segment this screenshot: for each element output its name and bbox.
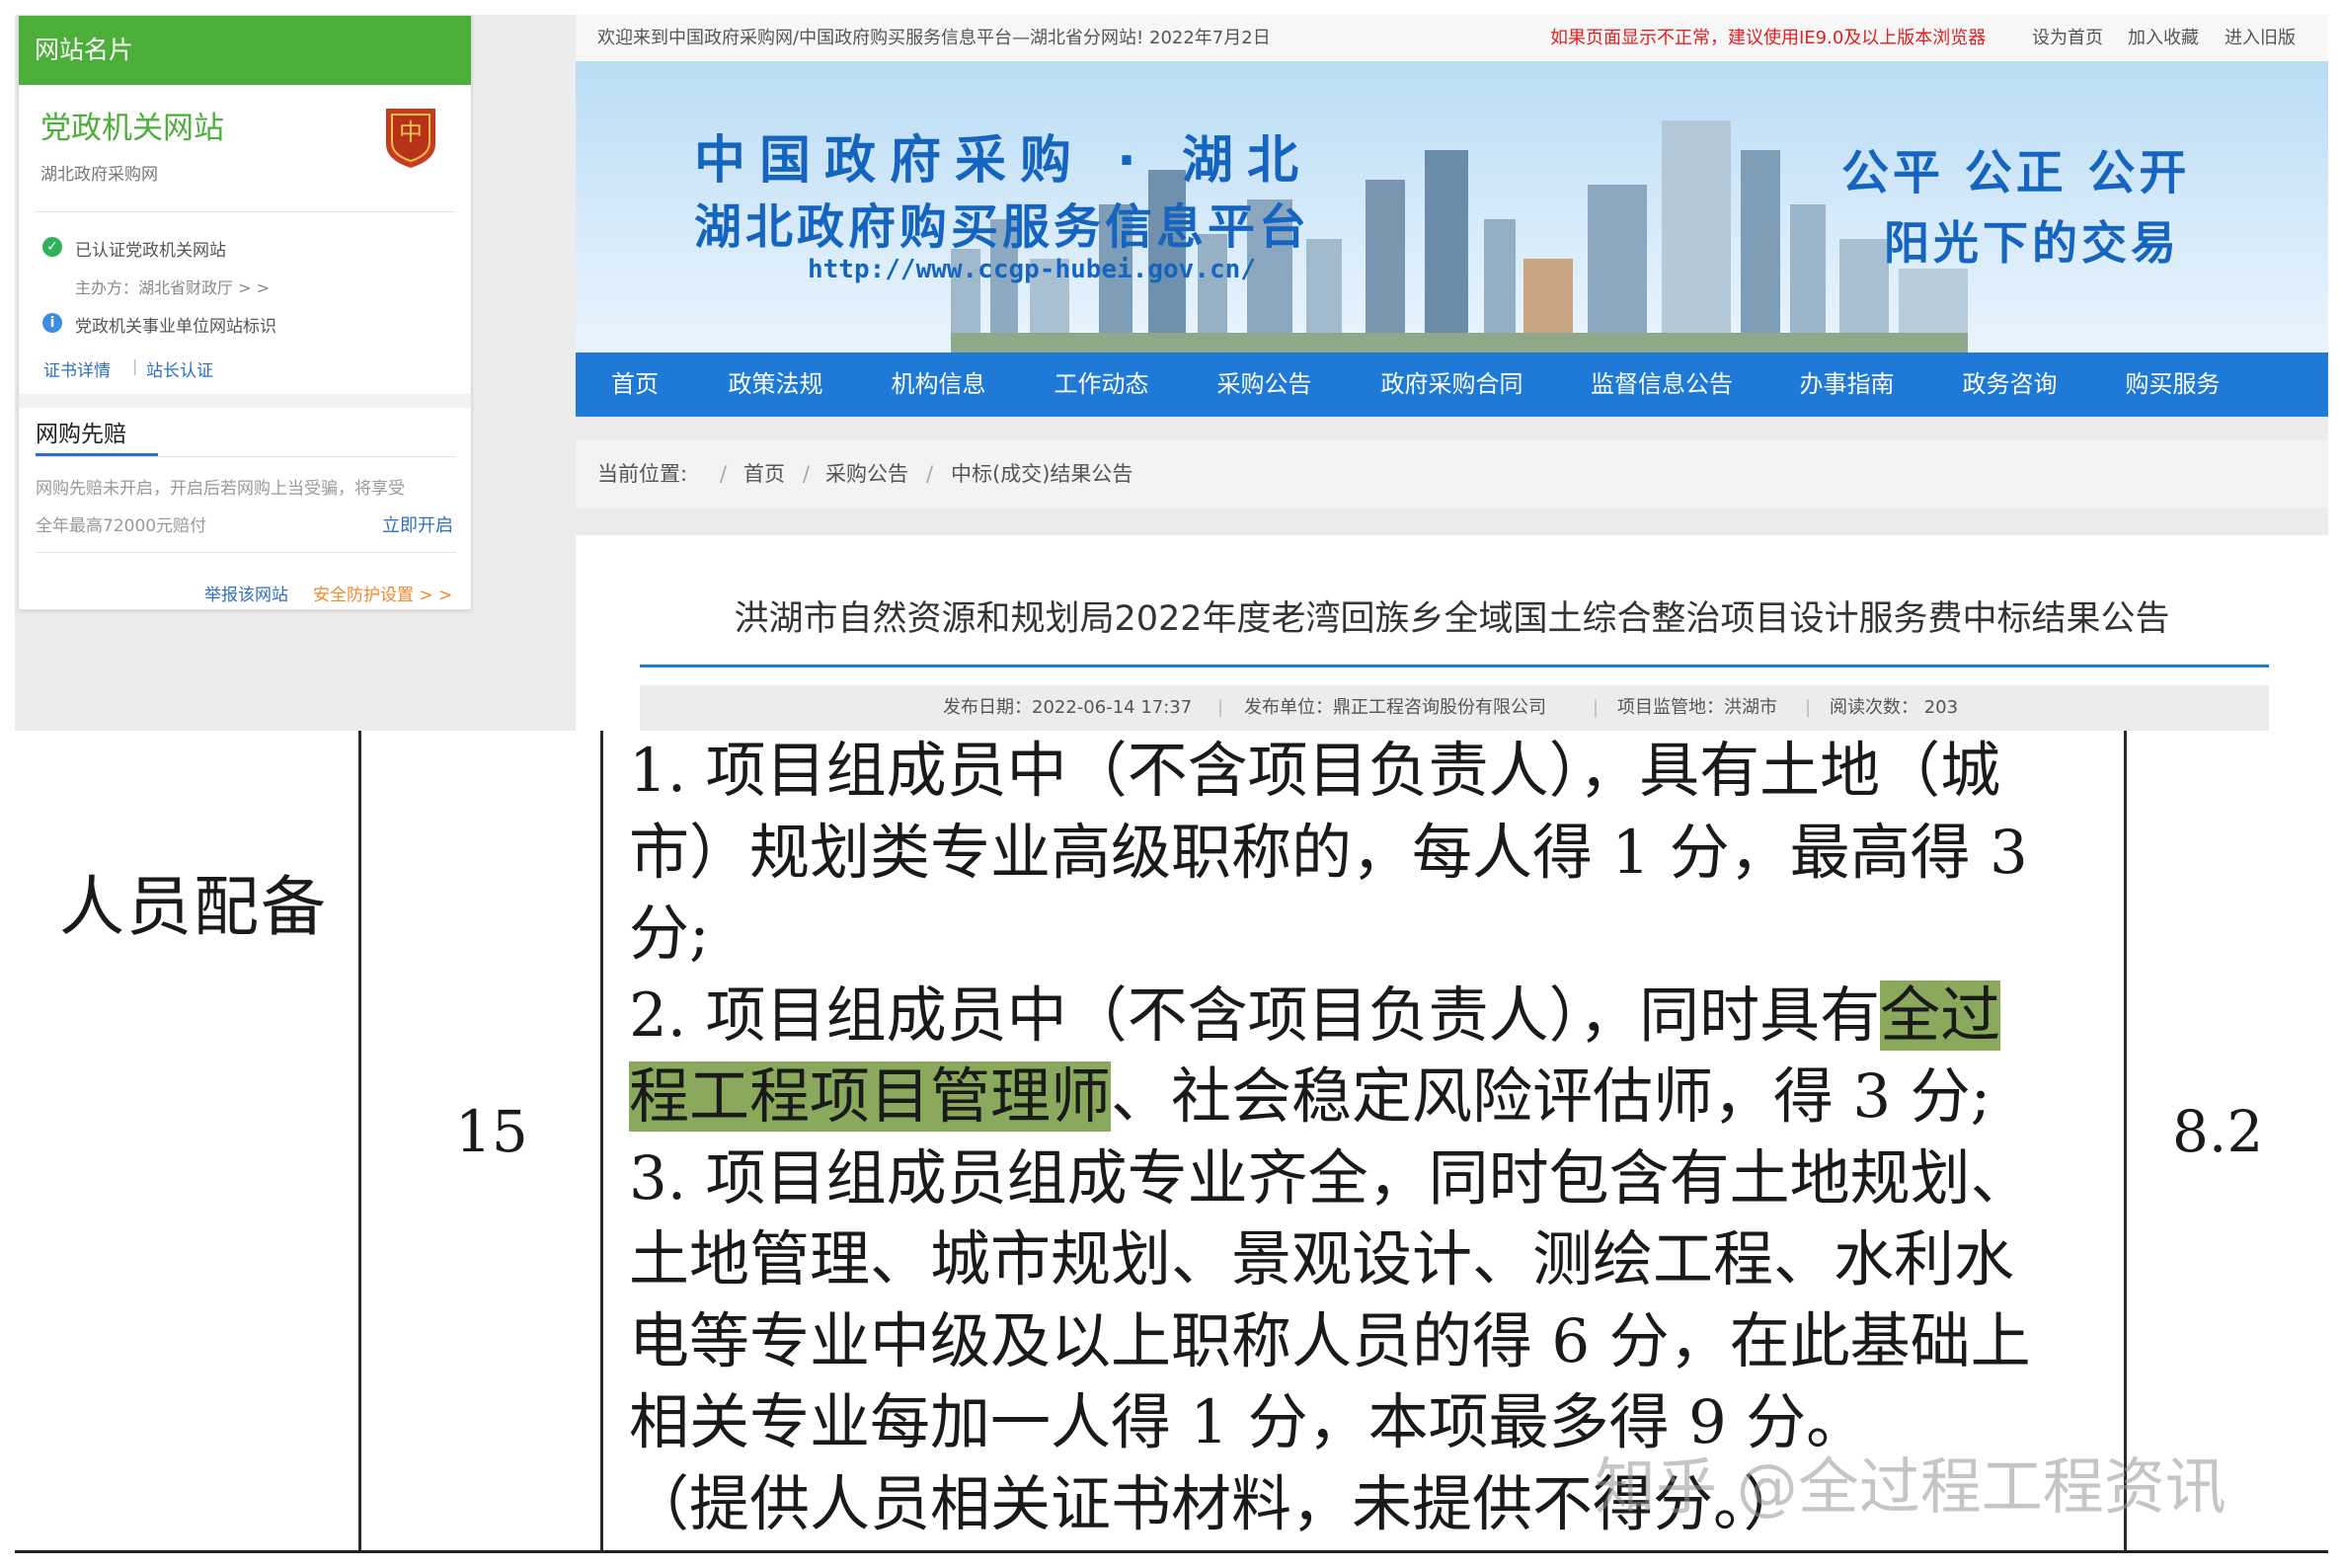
article-panel: 洪湖市自然资源和规划局2022年度老湾回族乡全域国土综合整治项目设计服务费中标结… — [576, 535, 2328, 731]
meta-separator: | — [1217, 697, 1224, 718]
site-banner: 中国政府采购 · 湖北 湖北政府购买服务信息平台 http://www.ccgp… — [576, 61, 2328, 353]
divider — [36, 552, 456, 553]
nav-item-contracts[interactable]: 政府采购合同 — [1346, 353, 1558, 417]
breadcrumb-procurement[interactable]: 采购公告 — [825, 440, 908, 508]
top-bar: 欢迎来到中国政府采购网/中国政府购买服务信息平台—湖北省分网站! 2022年7月… — [576, 15, 2328, 61]
publish-date: 发布日期：2022-06-14 17:37 — [943, 697, 1193, 718]
breadcrumb-current: 中标(成交)结果公告 — [951, 462, 1133, 486]
nav-item-institutions[interactable]: 机构信息 — [857, 353, 1020, 417]
nav-item-services[interactable]: 购买服务 — [2091, 353, 2254, 417]
criteria-line: 电等专业中级及以上职称人员的得 6 分，在此基础上 — [629, 1305, 2031, 1376]
nav-item-procurement[interactable]: 采购公告 — [1183, 353, 1346, 417]
highlighted-text: 程工程项目管理师 — [629, 1061, 1112, 1132]
criteria-text-segment: 、社会稳定风险评估师，得 3 分; — [1111, 1061, 1992, 1132]
meta-separator: | — [1593, 697, 1600, 718]
institution-label: 党政机关事业单位网站标识 — [75, 317, 276, 337]
table-border — [15, 1550, 2328, 1553]
criteria-line: 分; — [629, 899, 710, 969]
criteria-text: 1. 项目组成员中（不含项目负责人），具有土地（城 市）规划类专业高级职称的，每… — [629, 731, 2126, 1545]
breadcrumb-home[interactable]: 首页 — [743, 440, 785, 508]
divider — [36, 456, 456, 457]
welcome-text: 欢迎来到中国政府采购网/中国政府购买服务信息平台—湖北省分网站! 2022年7月… — [597, 28, 1271, 48]
breadcrumb-label: 当前位置: — [597, 462, 688, 486]
publisher: 发布单位：鼎正工程咨询股份有限公司 — [1244, 697, 1546, 718]
online-pay-title[interactable]: 网购先赔 — [36, 415, 126, 448]
check-circle-icon: ✓ — [42, 237, 62, 257]
watermark: 知乎 @全过程工程资讯 — [1595, 1450, 2226, 1523]
nav-item-news[interactable]: 工作动态 — [1020, 353, 1183, 417]
webmaster-auth-link[interactable]: 站长认证 — [146, 356, 213, 381]
svg-text:中: 中 — [399, 118, 423, 146]
link-separator: | — [132, 356, 138, 375]
criterion-name: 人员配备 — [59, 869, 328, 945]
section-gap — [19, 394, 471, 408]
banner-subtitle: 湖北政府购买服务信息平台 — [694, 199, 1311, 255]
online-pay-description: 网购先赔未开启，开启后若网购上当受骗，将享受 — [36, 479, 405, 499]
max-points: 15 — [455, 1098, 528, 1165]
view-count: 阅读次数： 203 — [1830, 697, 1959, 718]
criteria-line: 程工程项目管理师、社会稳定风险评估师，得 3 分; — [629, 1057, 2126, 1138]
criteria-line: 3. 项目组成员组成专业齐全，同时包含有土地规划、 — [629, 1142, 2031, 1214]
title-rule — [640, 665, 2269, 667]
party-emblem-icon: 中 — [382, 105, 439, 170]
site-subtitle: 湖北政府采购网 — [40, 165, 158, 185]
old-version-link[interactable]: 进入旧版 — [2225, 15, 2296, 61]
highlighted-text: 全过 — [1880, 980, 2001, 1051]
breadcrumb-separator: / — [803, 462, 811, 486]
browser-notice: 如果页面显示不正常，建议使用IE9.0及以上版本浏览器 — [1550, 28, 1987, 48]
report-site-link[interactable]: 举报该网站 — [204, 581, 288, 605]
nav-item-home[interactable]: 首页 — [576, 353, 694, 417]
nav-item-consult[interactable]: 政务咨询 — [1928, 353, 2091, 417]
table-border — [600, 731, 603, 1550]
nav-item-supervision[interactable]: 监督信息公告 — [1558, 353, 1765, 417]
article-title: 洪湖市自然资源和规划局2022年度老湾回族乡全域国土综合整治项目设计服务费中标结… — [734, 599, 2170, 639]
table-border — [358, 731, 361, 1550]
online-pay-description-2: 全年最高72000元赔付 — [36, 516, 207, 536]
criteria-text-segment: 2. 项目组成员中（不含项目负责人），同时具有 — [629, 980, 1881, 1051]
breadcrumb: 当前位置: / 首页 / 采购公告 / 中标(成交)结果公告 — [576, 440, 2328, 508]
set-homepage-link[interactable]: 设为首页 — [2032, 15, 2103, 61]
main-nav: 首页 政策法规 机构信息 工作动态 采购公告 政府采购合同 监督信息公告 办事指… — [576, 353, 2328, 417]
criteria-line: 市）规划类专业高级职称的，每人得 1 分，最高得 3 — [629, 817, 2028, 888]
site-card: 网站名片 党政机关网站 湖北政府采购网 中 ✓ 已认证党政机关网站 主办方：湖北… — [18, 15, 472, 610]
info-circle-icon: i — [42, 313, 62, 333]
site-card-header: 网站名片 — [19, 16, 471, 85]
banner-slogan-2: 阳光下的交易 — [1884, 216, 2180, 270]
divider — [35, 211, 455, 212]
banner-title: 中国政府采购 · 湖北 — [694, 131, 1312, 191]
add-favorite-link[interactable]: 加入收藏 — [2128, 15, 2199, 61]
breadcrumb-separator: / — [720, 462, 728, 486]
security-settings-link[interactable]: 安全防护设置 > > — [313, 581, 452, 605]
enable-now-link[interactable]: 立即开启 — [382, 511, 453, 537]
awarded-score: 8.2 — [2172, 1098, 2264, 1165]
sponsor-link[interactable]: 主办方：湖北省财政厅 > > — [75, 274, 270, 298]
meta-separator: | — [1805, 697, 1812, 718]
article-meta: 发布日期：2022-06-14 17:37 | 发布单位：鼎正工程咨询股份有限公… — [640, 685, 2269, 731]
breadcrumb-separator: / — [926, 462, 934, 486]
criteria-line: 2. 项目组成员中（不含项目负责人），同时具有全过 — [629, 976, 2126, 1058]
criteria-line: 1. 项目组成员中（不含项目负责人），具有土地（城 — [629, 736, 2001, 806]
nav-item-guide[interactable]: 办事指南 — [1765, 353, 1928, 417]
supervision-location: 项目监管地：洪湖市 — [1617, 697, 1777, 718]
criteria-line: 土地管理、城市规划、景观设计、测绘工程、水利水 — [629, 1224, 2015, 1294]
certificate-details-link[interactable]: 证书详情 — [43, 356, 111, 381]
site-name: 党政机关网站 — [40, 111, 224, 146]
scoring-table-excerpt: 人员配备 15 8.2 1. 项目组成员中（不含项目负责人），具有土地（城 市）… — [15, 731, 2328, 1553]
nav-item-policy[interactable]: 政策法规 — [694, 353, 857, 417]
verified-label: 已认证党政机关网站 — [75, 241, 226, 261]
banner-slogan: 公平 公正 公开 — [1841, 145, 2191, 200]
banner-url: http://www.ccgp-hubei.gov.cn/ — [808, 255, 1256, 284]
